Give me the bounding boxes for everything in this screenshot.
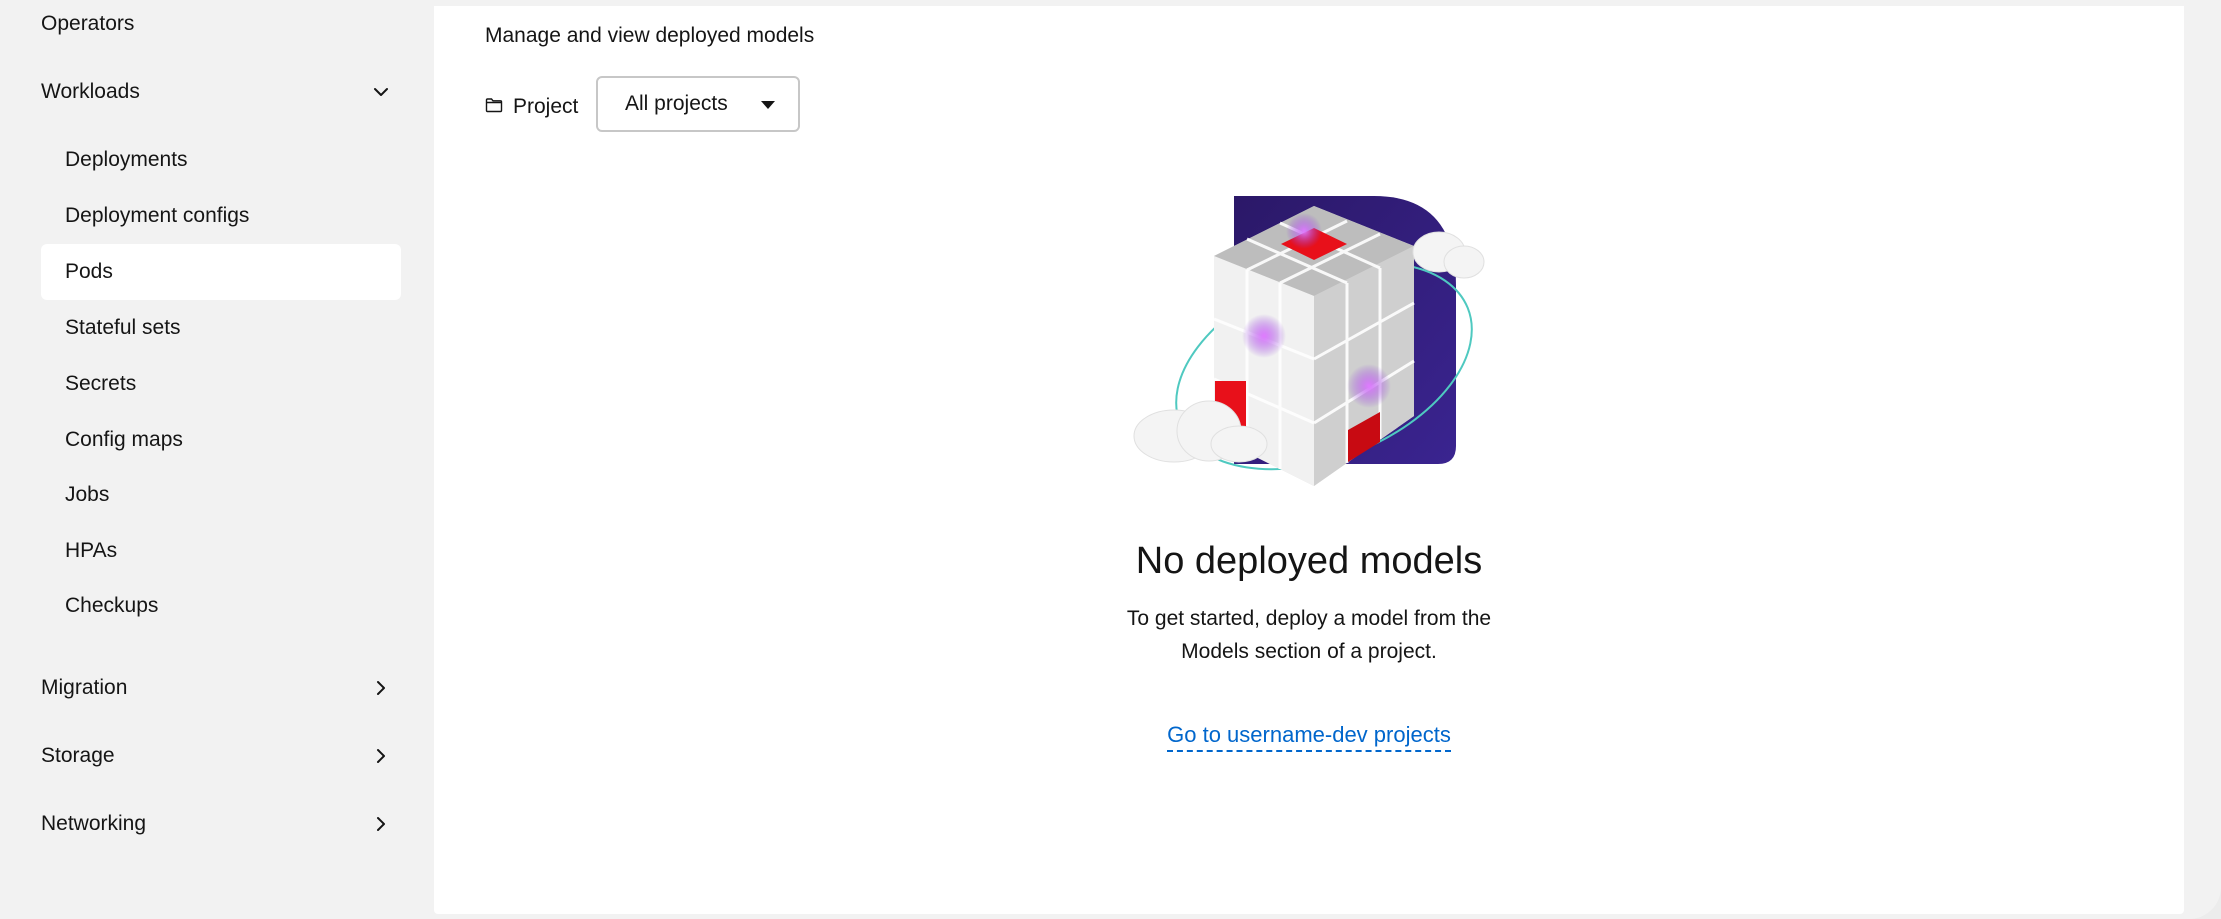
sidebar-item-secrets[interactable]: Secrets	[41, 356, 401, 412]
sidebar-section-networking[interactable]: Networking	[41, 804, 401, 844]
empty-state-body: To get started, deploy a model from the …	[1126, 607, 1492, 663]
sidebar-section-migration[interactable]: Migration	[41, 668, 401, 708]
sidebar-item-config-maps[interactable]: Config maps	[41, 412, 401, 468]
app-frame: Operators Workloads Deployments Deployme…	[0, 0, 2221, 919]
sidebar-item-deployment-configs[interactable]: Deployment configs	[41, 188, 401, 244]
project-select[interactable]: All projects	[596, 76, 800, 132]
empty-state-link-wrapper: Go to username-dev projects	[434, 722, 2184, 752]
sidebar-item-label: Deployment configs	[65, 204, 250, 227]
sidebar-section-storage[interactable]: Storage	[41, 736, 401, 776]
sidebar-item-label: Stateful sets	[65, 316, 181, 339]
sidebar-item-label: Deployments	[65, 148, 188, 171]
sidebar-section-label: Operators	[41, 12, 135, 35]
sidebar-item-jobs[interactable]: Jobs	[41, 467, 401, 523]
sidebar-item-stateful-sets[interactable]: Stateful sets	[41, 300, 401, 356]
sidebar-item-pods[interactable]: Pods	[41, 244, 401, 300]
sidebar-item-label: Pods	[65, 260, 113, 283]
sidebar-item-hpas[interactable]: HPAs	[41, 523, 401, 579]
sidebar: Operators Workloads Deployments Deployme…	[0, 0, 434, 919]
project-label-text: Project	[513, 95, 579, 118]
main-content: Manage and view deployed models Project …	[434, 6, 2184, 914]
go-to-projects-link[interactable]: Go to username-dev projects	[1167, 722, 1451, 752]
sidebar-item-label: HPAs	[65, 539, 118, 562]
sidebar-item-label: Checkups	[65, 594, 159, 617]
project-select-value: All projects	[625, 92, 728, 115]
caret-down-icon	[760, 92, 776, 116]
chevron-right-icon[interactable]	[361, 736, 401, 776]
sidebar-item-label: Secrets	[65, 372, 137, 395]
sidebar-item-checkups[interactable]: Checkups	[41, 578, 401, 634]
sidebar-section-workloads[interactable]: Workloads	[41, 72, 401, 112]
page-subtitle: Manage and view deployed models	[485, 24, 815, 47]
project-filter-label: Project	[485, 87, 578, 127]
folder-icon	[485, 95, 503, 119]
chevron-right-icon[interactable]	[361, 668, 401, 708]
cube-illustration	[1114, 186, 1534, 526]
sidebar-item-label: Config maps	[65, 428, 183, 451]
sidebar-item-deployments[interactable]: Deployments	[41, 132, 401, 188]
sidebar-item-label: Jobs	[65, 483, 110, 506]
sidebar-section-label: Networking	[41, 812, 147, 835]
sidebar-section-label: Workloads	[41, 80, 140, 103]
chevron-right-icon[interactable]	[361, 804, 401, 844]
sidebar-section-label: Migration	[41, 676, 128, 699]
empty-state-title: No deployed models	[1135, 540, 1483, 582]
sidebar-section-label: Storage	[41, 744, 115, 767]
sidebar-section-operators[interactable]: Operators	[41, 4, 401, 44]
chevron-down-icon[interactable]	[361, 72, 401, 112]
